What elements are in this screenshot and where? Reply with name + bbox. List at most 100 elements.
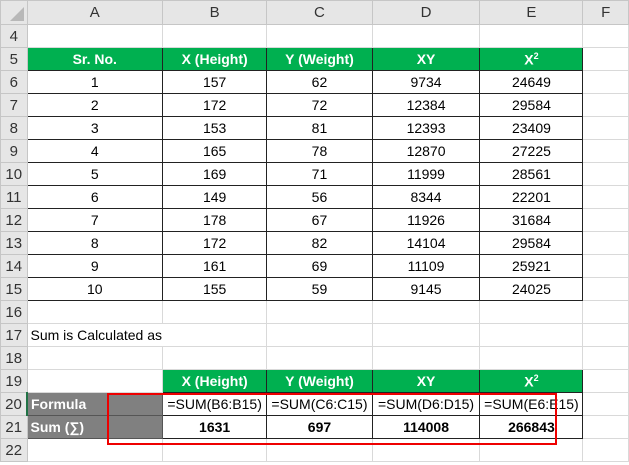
cell[interactable] (26, 300, 164, 324)
row-header[interactable]: 6 (0, 70, 28, 94)
cell-x-height[interactable]: 169 (162, 162, 268, 186)
sum-header-x-squared[interactable]: X2 (479, 369, 584, 393)
cell-x-height[interactable]: 178 (162, 208, 268, 232)
row-header[interactable]: 22 (0, 438, 28, 462)
row-header[interactable]: 9 (0, 139, 28, 163)
header-x-height[interactable]: X (Height) (162, 47, 268, 71)
row-header[interactable]: 11 (0, 185, 28, 209)
cell-xy[interactable]: 11926 (371, 208, 481, 232)
cell[interactable] (266, 24, 373, 48)
sum-header-xy[interactable]: XY (371, 369, 481, 393)
row-header[interactable]: 19 (0, 369, 28, 393)
header-y-weight[interactable]: Y (Weight) (266, 47, 373, 71)
cell-y-weight[interactable]: 59 (266, 277, 373, 301)
formula-cell-b20[interactable]: =SUM(B6:B15) (162, 392, 268, 416)
sum-cell-c21[interactable]: 697 (266, 415, 373, 439)
sum-cell-e21[interactable]: 266843 (479, 415, 584, 439)
cell[interactable] (582, 93, 629, 117)
cell[interactable] (582, 323, 629, 347)
column-header-b[interactable]: B (162, 0, 268, 25)
cell-y-weight[interactable]: 81 (266, 116, 373, 140)
cell[interactable] (582, 24, 629, 48)
cell[interactable] (266, 300, 373, 324)
formula-cell-c20[interactable]: =SUM(C6:C15) (266, 392, 373, 416)
header-xy[interactable]: XY (371, 47, 481, 71)
cell[interactable] (582, 116, 629, 140)
row-header[interactable]: 16 (0, 300, 28, 324)
cell-x-squared[interactable]: 31684 (479, 208, 584, 232)
row-header[interactable]: 5 (0, 47, 28, 71)
cell-x-squared[interactable]: 24025 (479, 277, 584, 301)
formula-cell-e20[interactable]: =SUM(E6:E15) (479, 392, 584, 416)
cell-x-squared[interactable]: 22201 (479, 185, 584, 209)
cell-sr-no[interactable]: 9 (26, 254, 164, 278)
cell-x-height[interactable]: 165 (162, 139, 268, 163)
cell[interactable] (582, 70, 629, 94)
note-cell[interactable]: Sum is Calculated as (26, 323, 163, 347)
cell[interactable] (371, 323, 481, 347)
cell-xy[interactable]: 12384 (371, 93, 481, 117)
cell-x-squared[interactable]: 25921 (479, 254, 584, 278)
cell[interactable] (582, 300, 629, 324)
cell-y-weight[interactable]: 71 (266, 162, 373, 186)
cell[interactable] (162, 346, 268, 370)
sum-cell-d21[interactable]: 114008 (371, 415, 481, 439)
column-header-e[interactable]: E (479, 0, 584, 25)
cell[interactable] (26, 369, 164, 393)
row-header[interactable]: 21 (0, 415, 28, 439)
cell-x-height[interactable]: 172 (162, 231, 268, 255)
row-header[interactable]: 17 (0, 323, 28, 347)
cell[interactable] (371, 438, 481, 462)
cell[interactable] (162, 24, 268, 48)
cell-x-height[interactable]: 155 (162, 277, 268, 301)
cell-sr-no[interactable]: 8 (26, 231, 164, 255)
cell[interactable] (266, 323, 373, 347)
cell-sr-no[interactable]: 6 (26, 185, 164, 209)
header-sr-no[interactable]: Sr. No. (26, 47, 164, 71)
cell-sr-no[interactable]: 5 (26, 162, 164, 186)
cell[interactable] (582, 139, 629, 163)
column-header-a[interactable]: A (26, 0, 164, 25)
cell[interactable] (479, 323, 584, 347)
cell[interactable] (162, 438, 268, 462)
cell[interactable] (582, 438, 629, 462)
cell-sr-no[interactable]: 10 (26, 277, 164, 301)
row-header[interactable]: 20 (0, 392, 28, 416)
cell-x-height[interactable]: 153 (162, 116, 268, 140)
cell-y-weight[interactable]: 78 (266, 139, 373, 163)
row-header[interactable]: 13 (0, 231, 28, 255)
row-header[interactable]: 12 (0, 208, 28, 232)
cell-sr-no[interactable]: 7 (26, 208, 164, 232)
sum-header-y-weight[interactable]: Y (Weight) (266, 369, 373, 393)
cell-xy[interactable]: 9734 (371, 70, 481, 94)
cell-y-weight[interactable]: 56 (266, 185, 373, 209)
column-header-d[interactable]: D (371, 0, 481, 25)
cell-y-weight[interactable]: 69 (266, 254, 373, 278)
cell-y-weight[interactable]: 72 (266, 93, 373, 117)
sum-label[interactable]: Sum (∑) (26, 415, 164, 439)
cell[interactable] (162, 323, 268, 347)
cell[interactable] (371, 24, 481, 48)
cell[interactable] (582, 369, 629, 393)
cell[interactable] (479, 300, 584, 324)
cell[interactable] (479, 438, 584, 462)
cell[interactable] (26, 24, 164, 48)
header-x-squared[interactable]: X2 (479, 47, 584, 71)
cell[interactable] (26, 346, 164, 370)
column-header-c[interactable]: C (266, 0, 373, 25)
sum-cell-b21[interactable]: 1631 (162, 415, 268, 439)
formula-cell-d20[interactable]: =SUM(D6:D15) (371, 392, 481, 416)
row-header[interactable]: 18 (0, 346, 28, 370)
cell-x-squared[interactable]: 24649 (479, 70, 584, 94)
row-header[interactable]: 10 (0, 162, 28, 186)
row-header[interactable]: 14 (0, 254, 28, 278)
cell-sr-no[interactable]: 4 (26, 139, 164, 163)
cell-xy[interactable]: 11109 (371, 254, 481, 278)
cell[interactable] (371, 346, 481, 370)
cell[interactable] (582, 47, 629, 71)
cell-xy[interactable]: 12870 (371, 139, 481, 163)
cell-y-weight[interactable]: 62 (266, 70, 373, 94)
row-header[interactable]: 7 (0, 93, 28, 117)
cell-xy[interactable]: 8344 (371, 185, 481, 209)
cell-xy[interactable]: 9145 (371, 277, 481, 301)
